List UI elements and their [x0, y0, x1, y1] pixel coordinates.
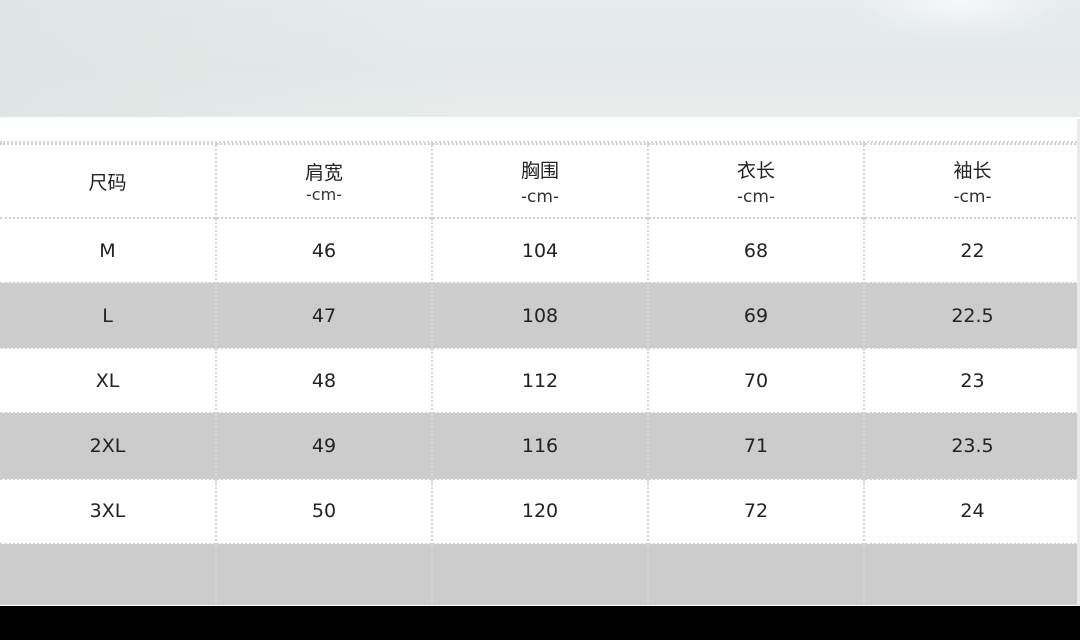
product-photo	[0, 0, 1080, 117]
cell-size: 3XL	[0, 477, 216, 544]
cell-size: L	[0, 282, 216, 349]
cell-sleeve: 22	[863, 216, 1080, 284]
cell-chest: 112	[431, 347, 648, 414]
table-row: XL 48 112 70 23	[0, 347, 1080, 414]
cell-size: 2XL	[0, 412, 216, 479]
header-label: 衣长	[736, 159, 775, 182]
header-chest: 胸围 -cm-	[431, 143, 648, 218]
cell-shoulder-width: 50	[215, 477, 432, 544]
empty-cell	[215, 542, 432, 605]
table-row: 3XL 50 120 72 24	[0, 477, 1080, 544]
header-unit: -cm-	[306, 185, 342, 204]
cell-sleeve: 22.5	[863, 282, 1080, 349]
page: 尺码 肩宽 -cm- 胸围 -cm- 衣长 -cm- 袖长 -cm- M 46 …	[0, 0, 1080, 640]
header-label: 尺码	[88, 171, 127, 194]
cell-length: 71	[647, 412, 864, 479]
cell-length: 72	[647, 477, 864, 544]
table-row: M 46 104 68 22	[0, 216, 1080, 284]
cell-sleeve: 24	[863, 477, 1080, 544]
empty-row	[0, 542, 1080, 605]
header-unit: -cm-	[953, 186, 992, 207]
header-sleeve: 袖长 -cm-	[863, 143, 1080, 218]
header-row: 尺码 肩宽 -cm- 胸围 -cm- 衣长 -cm- 袖长 -cm-	[0, 143, 1080, 218]
cell-chest: 116	[431, 412, 648, 479]
cell-sleeve: 23.5	[863, 412, 1080, 479]
header-label: 袖长	[953, 159, 992, 182]
cell-chest: 120	[431, 477, 648, 544]
cell-length: 69	[647, 282, 864, 349]
cell-chest: 104	[431, 216, 648, 284]
cell-shoulder-width: 48	[215, 347, 432, 414]
cell-shoulder-width: 49	[215, 412, 432, 479]
header-shoulder-width: 肩宽 -cm-	[215, 143, 432, 218]
cell-length: 70	[647, 347, 864, 414]
cell-shoulder-width: 46	[215, 216, 432, 284]
empty-cell	[863, 542, 1080, 605]
empty-cell	[0, 542, 216, 605]
header-length: 衣长 -cm-	[647, 143, 864, 218]
cell-length: 68	[647, 216, 864, 284]
header-label: 胸围	[520, 159, 559, 182]
photo-shading	[0, 0, 460, 117]
cell-size: XL	[0, 347, 216, 414]
cell-size: M	[0, 216, 216, 284]
header-label: 肩宽	[304, 162, 343, 184]
table-row: L 47 108 69 22.5	[0, 282, 1080, 349]
cell-shoulder-width: 47	[215, 282, 432, 349]
empty-cell	[647, 542, 864, 605]
header-unit: -cm-	[520, 186, 560, 207]
table-row: 2XL 49 116 71 23.5	[0, 412, 1080, 479]
empty-cell	[431, 542, 648, 605]
cell-sleeve: 23	[863, 347, 1080, 414]
header-unit: -cm-	[736, 186, 776, 207]
header-size: 尺码	[0, 143, 216, 218]
cell-chest: 108	[431, 282, 648, 349]
size-table: 尺码 肩宽 -cm- 胸围 -cm- 衣长 -cm- 袖长 -cm- M 46 …	[0, 143, 1080, 605]
